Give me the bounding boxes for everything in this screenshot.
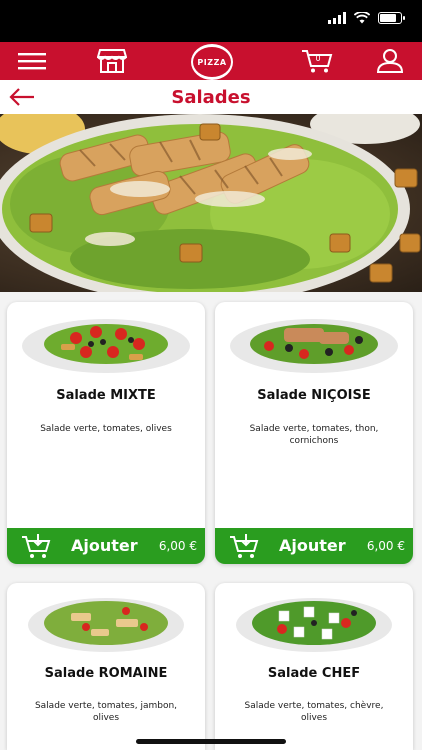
product-price: 6,00 € bbox=[158, 539, 197, 553]
brand-logo-text: PIZZA bbox=[193, 47, 231, 77]
menu-button[interactable] bbox=[16, 46, 48, 76]
salad-plate-image bbox=[236, 598, 392, 652]
wifi-icon bbox=[354, 12, 370, 24]
product-description: Salade verte, tomates, jambon, olives bbox=[34, 701, 178, 723]
product-card[interactable]: Salade MIXTE Salade verte, tomates, oliv… bbox=[7, 302, 205, 564]
cart-count: 0 bbox=[315, 54, 321, 63]
user-icon bbox=[376, 49, 404, 73]
add-to-cart-button[interactable]: Ajouter 6,00 € bbox=[7, 528, 205, 564]
product-name: Salade NIÇOISE bbox=[257, 388, 371, 403]
salad-plate-image bbox=[230, 319, 398, 373]
salad-plate-image bbox=[22, 319, 190, 373]
status-bar bbox=[0, 0, 422, 42]
hero-salad-image bbox=[0, 114, 422, 292]
home-indicator[interactable] bbox=[136, 739, 286, 744]
store-button[interactable] bbox=[96, 46, 128, 76]
brand-logo[interactable]: PIZZA bbox=[189, 42, 235, 82]
product-card[interactable]: Salade ROMAINE Salade verte, tomates, ja… bbox=[7, 583, 205, 750]
status-icons bbox=[328, 12, 405, 24]
add-to-cart-icon bbox=[22, 534, 51, 558]
product-card[interactable]: Salade NIÇOISE Salade verte, tomates, th… bbox=[215, 302, 413, 564]
cart-button[interactable]: 0 bbox=[300, 46, 334, 76]
signal-icon bbox=[328, 12, 346, 24]
product-description: Salade verte, tomates, chèvre, olives bbox=[244, 701, 384, 723]
product-name: Salade ROMAINE bbox=[44, 666, 168, 681]
add-to-cart-icon bbox=[230, 534, 259, 558]
add-label: Ajouter bbox=[71, 536, 138, 555]
product-description: Salade verte, tomates, thon, cornichons bbox=[249, 424, 379, 446]
title-bar: Salades bbox=[0, 80, 422, 114]
store-icon bbox=[97, 49, 127, 73]
product-name: Salade CHEF bbox=[267, 666, 361, 681]
product-card[interactable]: Salade CHEF Salade verte, tomates, chèvr… bbox=[215, 583, 413, 750]
top-nav: PIZZA 0 bbox=[0, 42, 422, 82]
page-title: Salades bbox=[171, 87, 251, 108]
account-button[interactable] bbox=[374, 46, 406, 76]
battery-icon bbox=[378, 12, 405, 24]
product-price: 6,00 € bbox=[366, 539, 405, 553]
salad-plate-image bbox=[28, 598, 184, 652]
add-label: Ajouter bbox=[279, 536, 346, 555]
product-description: Salade verte, tomates, olives bbox=[40, 424, 172, 434]
product-name: Salade MIXTE bbox=[56, 388, 156, 403]
menu-icon bbox=[18, 53, 46, 70]
add-to-cart-button[interactable]: Ajouter 6,00 € bbox=[215, 528, 413, 564]
